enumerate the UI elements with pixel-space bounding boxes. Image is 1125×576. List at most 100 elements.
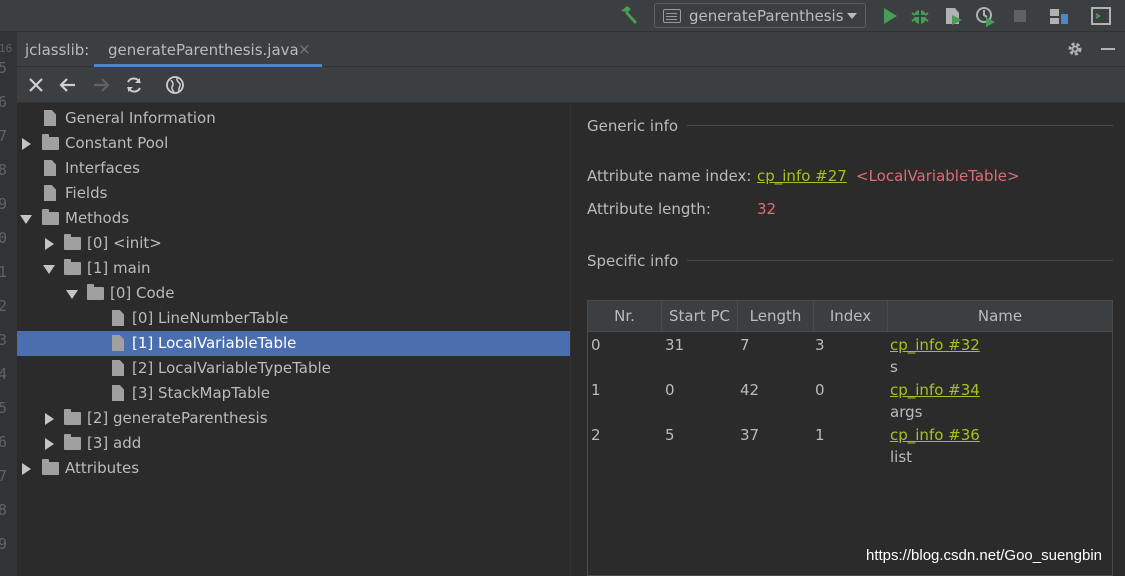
table-cell-length: 42	[740, 381, 760, 399]
tab-label: generateParenthesis.java	[108, 41, 299, 59]
attribute-name-value: <LocalVariableTable>	[856, 167, 1020, 185]
table-cell-name-link[interactable]: cp_info #36	[890, 426, 980, 444]
tree-item-fields[interactable]: Fields	[17, 181, 570, 206]
tree-item-constant-pool[interactable]: Constant Pool	[17, 131, 570, 156]
browser-toolbar	[17, 67, 1125, 103]
editor-line-gutter: 16 5 6 7 8 9 0 1 2 3 4 5 6 7 8 9	[0, 32, 17, 576]
minimize-icon[interactable]	[1101, 48, 1115, 50]
run-icon[interactable]	[879, 5, 901, 27]
tree-item-method-add[interactable]: [3] add	[17, 431, 570, 456]
table-cell-nr: 0	[591, 336, 601, 354]
back-arrow-icon[interactable]	[58, 75, 78, 95]
gutter-line-number: 3	[0, 331, 8, 349]
project-structure-icon[interactable]	[1048, 5, 1070, 27]
chevron-right-icon[interactable]	[45, 238, 54, 250]
refresh-icon[interactable]	[124, 75, 144, 95]
run-configuration-select[interactable]: generateParenthesis	[654, 3, 866, 28]
attribute-name-index-label: Attribute name index:	[587, 167, 752, 185]
file-icon	[44, 185, 56, 201]
table-cell-name-link[interactable]: cp_info #34	[890, 381, 980, 399]
table-cell-name-value: list	[890, 448, 913, 466]
tree-item-label: [0] Code	[110, 284, 175, 302]
gutter-line-number: 5	[0, 59, 8, 77]
tree-item-label: [3] add	[87, 434, 142, 452]
folder-icon	[64, 259, 81, 275]
gutter-line-number: 16	[0, 42, 13, 55]
tree-item-local-variable-type-table[interactable]: [2] LocalVariableTypeTable	[17, 356, 570, 381]
tree-item-method-init[interactable]: [0] <init>	[17, 231, 570, 256]
chevron-down-icon[interactable]	[20, 215, 32, 224]
chevron-down-icon[interactable]	[43, 265, 55, 274]
tool-window-tab-bar: jclasslib: generateParenthesis.java ×	[17, 32, 1125, 67]
gutter-line-number: 6	[0, 93, 8, 111]
close-icon[interactable]	[26, 75, 46, 95]
globe-icon[interactable]	[165, 75, 185, 95]
column-header-length[interactable]: Length	[738, 301, 814, 332]
run-with-coverage-icon[interactable]	[942, 5, 964, 27]
tree-item-method-main[interactable]: [1] main	[17, 256, 570, 281]
table-cell-nr: 2	[591, 426, 601, 444]
tree-item-label: Attributes	[65, 459, 140, 477]
table-cell-start-pc: 0	[665, 381, 675, 399]
tree-item-label: Fields	[65, 184, 108, 202]
tree-item-method-generate-parenthesis[interactable]: [2] generateParenthesis	[17, 406, 570, 431]
specific-info-title: Specific info	[587, 252, 679, 270]
chevron-down-icon	[847, 12, 857, 19]
class-structure-tree: General Information Constant Pool Interf…	[17, 103, 570, 576]
column-header-start-pc[interactable]: Start PC	[662, 301, 738, 332]
profile-icon[interactable]	[974, 5, 996, 27]
column-header-name[interactable]: Name	[888, 301, 1112, 332]
build-hammer-icon[interactable]	[618, 5, 640, 25]
table-cell-length: 7	[740, 336, 750, 354]
tree-item-stack-map-table[interactable]: [3] StackMapTable	[17, 381, 570, 406]
gutter-line-number: 1	[0, 263, 8, 281]
terminal-window-icon[interactable]	[1090, 5, 1112, 27]
chevron-right-icon[interactable]	[45, 413, 54, 425]
close-icon[interactable]: ×	[298, 40, 311, 58]
tree-item-label: Methods	[65, 209, 130, 227]
generic-info-title: Generic info	[587, 117, 679, 135]
table-cell-name-link[interactable]: cp_info #32	[890, 336, 980, 354]
folder-icon	[42, 134, 59, 150]
gutter-line-number: 9	[0, 195, 8, 213]
gear-icon[interactable]	[1066, 40, 1084, 58]
table-cell-length: 37	[740, 426, 760, 444]
tree-item-line-number-table[interactable]: [0] LineNumberTable	[17, 306, 570, 331]
folder-icon	[87, 284, 104, 300]
tree-item-label: [1] main	[87, 259, 151, 277]
gutter-line-number: 6	[0, 433, 8, 451]
attribute-length-label: Attribute length:	[587, 200, 711, 218]
main-toolbar: generateParenthesis	[0, 0, 1125, 32]
tree-item-attributes[interactable]: Attributes	[17, 456, 570, 481]
attribute-name-index-link[interactable]: cp_info #27	[757, 167, 847, 185]
tree-item-local-variable-table[interactable]: [1] LocalVariableTable	[17, 331, 570, 356]
chevron-right-icon[interactable]	[45, 438, 54, 450]
section-divider	[687, 125, 1113, 126]
tab-generate-parenthesis[interactable]: generateParenthesis.java ×	[94, 32, 322, 67]
tree-item-code[interactable]: [0] Code	[17, 281, 570, 306]
tree-item-interfaces[interactable]: Interfaces	[17, 156, 570, 181]
tree-item-general-information[interactable]: General Information	[17, 106, 570, 131]
tree-item-label: General Information	[65, 109, 216, 127]
tree-item-methods[interactable]: Methods	[17, 206, 570, 231]
file-icon	[112, 385, 124, 401]
section-divider	[687, 260, 1113, 261]
folder-icon	[64, 434, 81, 450]
gutter-line-number: 0	[0, 229, 8, 247]
chevron-right-icon[interactable]	[22, 138, 31, 150]
file-icon	[112, 360, 124, 376]
table-cell-name-value: args	[890, 403, 923, 421]
column-header-nr[interactable]: Nr.	[588, 301, 662, 332]
gutter-line-number: 9	[0, 535, 8, 553]
chevron-right-icon[interactable]	[22, 463, 31, 475]
debug-bug-icon[interactable]	[909, 5, 931, 27]
tree-item-label: [2] generateParenthesis	[87, 409, 268, 427]
configuration-icon	[663, 8, 681, 23]
gutter-line-number: 8	[0, 161, 8, 179]
column-header-index[interactable]: Index	[814, 301, 888, 332]
table-cell-name-value: s	[890, 358, 898, 376]
stop-icon[interactable]	[1009, 5, 1031, 27]
table-cell-index: 0	[815, 381, 825, 399]
tree-item-label: Constant Pool	[65, 134, 169, 152]
chevron-down-icon[interactable]	[66, 290, 78, 299]
